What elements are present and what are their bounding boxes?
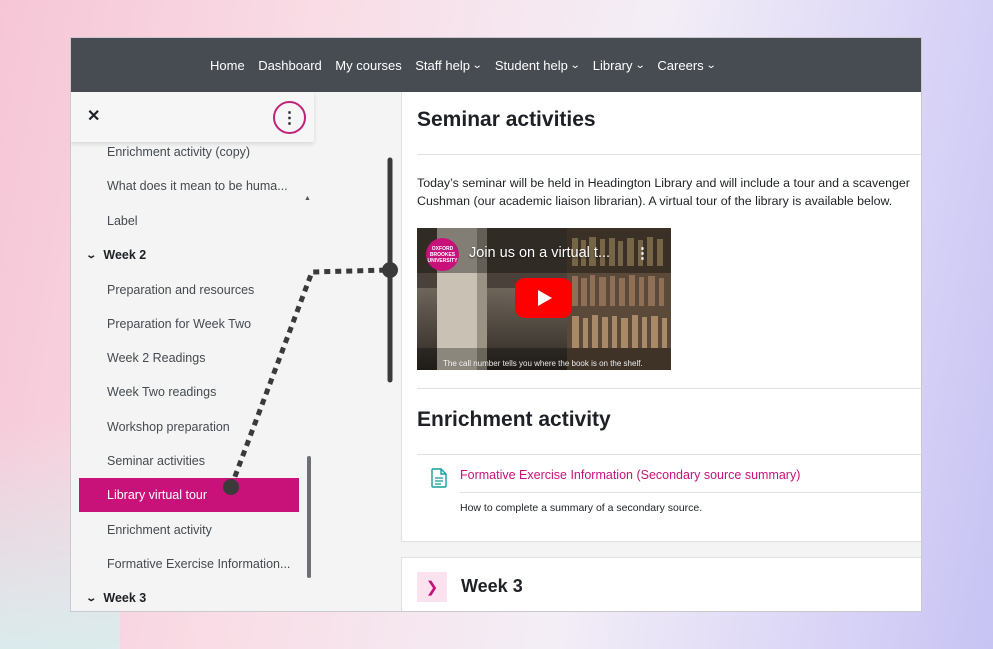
seminar-description: Today’s seminar will be held in Headingt…: [417, 174, 921, 210]
item-label: Seminar activities: [107, 454, 205, 468]
drawer-header: ✕ ⋮: [71, 92, 314, 142]
course-index-drawer: ✕ ⋮ ▲ Enrichment activity (copy) What doe…: [71, 92, 314, 611]
course-index-item[interactable]: Formative Exercise Information...: [79, 547, 299, 581]
more-options-button[interactable]: ⋮: [273, 101, 306, 134]
chevron-down-icon: ⌄: [85, 592, 98, 604]
drawer-scrollbar[interactable]: [307, 456, 311, 578]
paragraph-line: Cushman (our academic liaison librarian)…: [417, 194, 893, 208]
item-label: Enrichment activity (copy): [107, 145, 251, 159]
divider: [417, 388, 921, 389]
course-index-item[interactable]: Workshop preparation: [79, 410, 299, 444]
item-label: Week 2: [103, 248, 147, 262]
item-label: Preparation for Week Two: [107, 317, 252, 331]
main-content: Seminar activities Today’s seminar will …: [401, 92, 921, 611]
course-index-item[interactable]: Preparation and resources: [79, 273, 299, 307]
chevron-down-icon: ⌄: [705, 59, 717, 71]
divider: [417, 454, 921, 455]
course-section-toggle[interactable]: ⌄ Week 2: [79, 238, 299, 272]
chevron-down-icon: ⌄: [569, 59, 581, 71]
course-index-item[interactable]: Week Two readings: [79, 375, 299, 409]
content-gutter: [314, 92, 401, 611]
course-index-item[interactable]: Week 2 Readings: [79, 341, 299, 375]
item-label: Label: [107, 214, 138, 228]
video-subtitle: The call number tells you where the book…: [443, 359, 643, 368]
item-label: Formative Exercise Information...: [107, 557, 291, 571]
nav-dashboard[interactable]: Dashboard: [258, 58, 322, 73]
item-label: Week Two readings: [107, 385, 217, 399]
scroll-up-arrow-icon[interactable]: ▲: [304, 195, 311, 202]
course-index-item[interactable]: Enrichment activity: [79, 513, 299, 547]
nav-student-help[interactable]: Student help ⌄: [494, 57, 581, 73]
item-label: Preparation and resources: [107, 283, 255, 297]
nav-library[interactable]: Library ⌄: [592, 57, 646, 73]
section-card: Seminar activities Today’s seminar will …: [401, 92, 921, 542]
item-label: What does it mean to be huma...: [107, 179, 288, 193]
video-title[interactable]: Join us on a virtual t...: [469, 245, 610, 261]
enrichment-heading: Enrichment activity: [417, 408, 611, 431]
nav-label: Library: [592, 57, 633, 73]
week3-heading[interactable]: Week 3: [461, 576, 523, 597]
nav-label: Dashboard: [258, 57, 322, 73]
chevron-down-icon: ⌄: [85, 249, 98, 261]
nav-label: My courses: [335, 57, 402, 73]
course-index-item[interactable]: Label: [79, 204, 299, 238]
course-index-item[interactable]: What does it mean to be huma...: [79, 169, 299, 203]
week3-section: ❯ Week 3: [401, 557, 921, 611]
item-label: Enrichment activity: [107, 523, 212, 537]
expand-chevron-icon[interactable]: ❯: [417, 572, 447, 602]
top-navigation: Home Dashboard My courses Staff help ⌄ St…: [71, 38, 921, 92]
video-player[interactable]: OXFORD BROOKES UNIVERSITY Join us on a v…: [417, 228, 671, 370]
activity-link[interactable]: Formative Exercise Information (Secondar…: [460, 468, 800, 482]
channel-logo: OXFORD BROOKES UNIVERSITY: [426, 238, 459, 271]
chevron-down-icon: ⌄: [471, 59, 483, 71]
course-index-item[interactable]: Preparation for Week Two: [79, 307, 299, 341]
item-label: Workshop preparation: [107, 420, 230, 434]
nav-label: Careers: [657, 57, 704, 73]
nav-my-courses[interactable]: My courses: [335, 58, 401, 73]
course-index-item[interactable]: Library virtual tour: [79, 478, 299, 512]
nav-label: Home: [210, 57, 245, 73]
divider: [460, 492, 921, 493]
course-index-item[interactable]: Seminar activities: [79, 444, 299, 478]
nav-home[interactable]: Home: [210, 58, 245, 73]
item-label: Week 2 Readings: [107, 351, 206, 365]
browser-window: Home Dashboard My courses Staff help ⌄ St…: [70, 37, 922, 612]
course-section-toggle[interactable]: ⌄ Week 3: [79, 581, 299, 611]
activity-description: How to complete a summary of a secondary…: [460, 502, 703, 514]
chevron-down-icon: ⌄: [634, 59, 646, 71]
video-more-icon[interactable]: ⋮: [635, 244, 650, 262]
play-button[interactable]: [515, 278, 572, 318]
nav-careers[interactable]: Careers ⌄: [657, 57, 717, 73]
paragraph-line: Today’s seminar will be held in Headingt…: [417, 176, 910, 190]
divider: [417, 154, 921, 155]
close-icon[interactable]: ✕: [87, 106, 100, 126]
nav-staff-help[interactable]: Staff help ⌄: [415, 57, 483, 73]
nav-label: Student help: [494, 57, 568, 73]
nav-label: Staff help: [415, 57, 470, 73]
kebab-menu-icon: ⋮: [281, 109, 298, 127]
item-label: Library virtual tour: [107, 488, 208, 502]
seminar-heading: Seminar activities: [417, 108, 596, 131]
item-label: Week 3: [103, 591, 147, 605]
file-icon: [431, 468, 447, 493]
play-icon: [538, 290, 552, 306]
